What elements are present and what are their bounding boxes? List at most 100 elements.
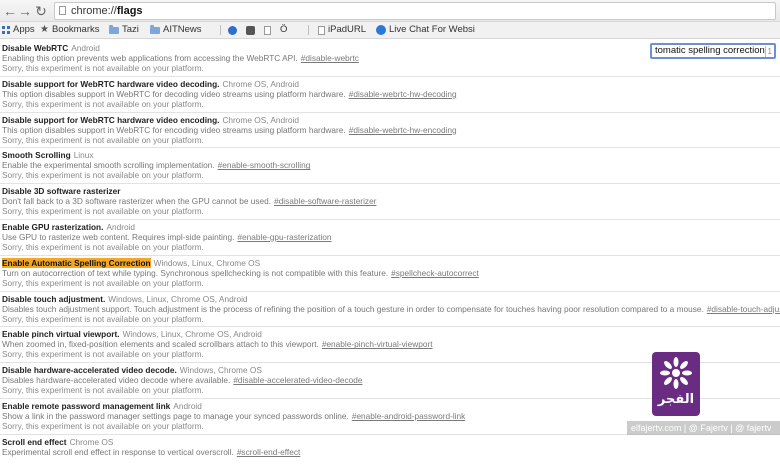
flag-unavailable-text: Sorry, this experiment is not available … bbox=[2, 98, 204, 109]
flag-link[interactable]: #disable-touch-adjustment bbox=[707, 304, 780, 314]
bookmark-label: Apps bbox=[13, 24, 35, 35]
flag-unavailable-text: Sorry, this experiment is not available … bbox=[2, 63, 204, 73]
bookmark-ipadurl[interactable]: iPadURL bbox=[318, 22, 366, 38]
browser-toolbar: ← → ↻ chrome://flags bbox=[0, 0, 780, 22]
address-bar[interactable]: chrome://flags bbox=[54, 2, 776, 20]
flag-title: Disable 3D software rasterizer bbox=[2, 186, 121, 197]
flag-title: Enable remote password management link bbox=[2, 400, 171, 411]
folder-icon bbox=[150, 25, 160, 34]
bookmark-folder-aitnews[interactable]: AITNews bbox=[150, 22, 202, 38]
flag-platforms: Windows, Linux, Chrome OS, Android bbox=[108, 293, 248, 304]
flag-title: Disable hardware-accelerated video decod… bbox=[2, 365, 177, 376]
bookmark-bookmarks[interactable]: ★ Bookmarks bbox=[40, 22, 99, 38]
bookmark-twitter[interactable] bbox=[228, 22, 237, 38]
flag-description: Disables touch adjustment support. Touch… bbox=[2, 303, 704, 314]
logo-text: الفجر bbox=[657, 392, 695, 407]
bookmark-label: AITNews bbox=[163, 24, 202, 35]
bookmark-label: Tazi bbox=[122, 24, 139, 35]
back-arrow-icon[interactable]: ← bbox=[2, 3, 18, 19]
bookmark-apps[interactable]: Apps bbox=[2, 22, 35, 38]
flag-title: Disable support for WebRTC hardware vide… bbox=[2, 78, 220, 89]
flag-platforms: Windows, Chrome OS bbox=[179, 365, 262, 376]
flag-link[interactable]: #enable-smooth-scrolling bbox=[218, 160, 311, 170]
flag-scroll-end-effect: Scroll end effect Chrome OS Experimental … bbox=[0, 435, 780, 471]
bookmark-cube[interactable] bbox=[246, 22, 255, 38]
bookmark-o[interactable]: Ö bbox=[280, 22, 287, 38]
flag-description: Disables hardware-accelerated video deco… bbox=[2, 375, 231, 386]
flag-disable-webrtc-hw-decoding: Disable support for WebRTC hardware vide… bbox=[0, 77, 780, 113]
bookmark-page[interactable] bbox=[264, 22, 271, 38]
folder-icon bbox=[109, 25, 119, 34]
flag-platforms: Windows, Linux, Chrome OS, Android bbox=[122, 329, 262, 340]
flag-disable-software-rasterizer: Disable 3D software rasterizer Don't fal… bbox=[0, 184, 780, 220]
bookmark-folder-tazi[interactable]: Tazi bbox=[109, 22, 139, 38]
bookmark-label: Live Chat For Websi bbox=[389, 24, 475, 35]
url-path: flags bbox=[116, 5, 143, 17]
flag-link[interactable]: #disable-accelerated-video-decode bbox=[233, 375, 362, 385]
flag-title: Disable touch adjustment. bbox=[2, 293, 106, 304]
settings-cube-icon bbox=[246, 25, 255, 35]
bookmarks-bar: Apps ★ Bookmarks Tazi AITNews Ö iPadURL … bbox=[0, 22, 780, 39]
watermark-site: elfajertv.com | @ Fajertv | @ fajertv bbox=[627, 421, 780, 435]
flag-enable-gpu-rasterization: Enable GPU rasterization. Android Use GPU… bbox=[0, 220, 780, 256]
url-scheme: chrome:// bbox=[71, 5, 117, 17]
flag-disable-webrtc-hw-encoding: Disable support for WebRTC hardware vide… bbox=[0, 113, 780, 149]
flag-link[interactable]: #enable-pinch-virtual-viewport bbox=[322, 339, 433, 349]
flag-disable-touch-adjustment: Disable touch adjustment. Windows, Linux,… bbox=[0, 292, 780, 328]
forward-arrow-icon[interactable]: → bbox=[17, 3, 33, 19]
flag-unavailable-text: Sorry, this experiment is not available … bbox=[2, 206, 204, 217]
flag-description: Use GPU to rasterize web content. Requir… bbox=[2, 231, 235, 242]
flag-title-highlighted: Enable Automatic Spelling Correction bbox=[2, 257, 151, 268]
bookmark-divider bbox=[220, 25, 221, 35]
flag-link[interactable]: #enable-gpu-rasterization bbox=[237, 232, 331, 242]
flag-platforms: Chrome OS bbox=[69, 436, 114, 447]
flag-platforms: Android bbox=[106, 221, 136, 232]
flag-link[interactable]: #disable-software-rasterizer bbox=[274, 196, 376, 206]
flag-platforms: Windows, Linux, Chrome OS bbox=[153, 257, 261, 268]
bookmark-label: Ö bbox=[280, 24, 288, 35]
flag-platforms: Android bbox=[71, 43, 100, 53]
find-in-page-input[interactable]: tomatic spelling correction 1 bbox=[650, 43, 776, 59]
flag-title: Scroll end effect bbox=[2, 436, 67, 447]
page-icon bbox=[264, 25, 271, 35]
bookmark-livechat[interactable]: Live Chat For Websi bbox=[376, 22, 475, 38]
bookmark-label: iPadURL bbox=[328, 24, 367, 35]
flag-link[interactable]: #enable-android-password-link bbox=[352, 411, 465, 421]
flag-title: Disable support for WebRTC hardware vide… bbox=[2, 114, 220, 125]
flag-description: Turn on autocorrection of text while typ… bbox=[2, 267, 389, 278]
flag-title: Disable WebRTC bbox=[2, 43, 69, 53]
flag-unavailable-text: Sorry, this experiment is not available … bbox=[2, 170, 204, 181]
flag-title: Enable GPU rasterization. bbox=[2, 221, 104, 232]
flag-link[interactable]: #disable-webrtc-hw-encoding bbox=[349, 125, 457, 135]
reload-icon[interactable]: ↻ bbox=[33, 3, 49, 19]
flag-unavailable-text: Sorry, this experiment is not available … bbox=[2, 313, 204, 324]
flag-description: Don't fall back to a 3D software rasteri… bbox=[2, 196, 272, 207]
flag-platforms: Chrome OS, Android bbox=[222, 114, 299, 125]
flag-spellcheck-autocorrect: Enable Automatic Spelling Correction Wind… bbox=[0, 256, 780, 292]
flag-unavailable-text: Sorry, this experiment is not available … bbox=[2, 241, 204, 252]
livechat-icon bbox=[376, 25, 386, 35]
find-query: tomatic spelling correction bbox=[655, 45, 765, 56]
bookmark-divider bbox=[308, 25, 309, 35]
flag-link[interactable]: #disable-webrtc bbox=[301, 53, 359, 63]
flag-unavailable-text: Sorry, this experiment is not available … bbox=[2, 277, 204, 288]
bookmark-label: Bookmarks bbox=[51, 24, 100, 35]
page-icon bbox=[59, 6, 66, 15]
flag-link[interactable]: #scroll-end-effect bbox=[237, 447, 301, 457]
flag-unavailable-text: Sorry, this experiment is not available … bbox=[2, 134, 204, 145]
find-match-count: 1 bbox=[764, 46, 772, 57]
star-icon: ★ bbox=[40, 24, 49, 35]
flag-description: This option disables support in WebRTC f… bbox=[2, 88, 346, 99]
flag-description: Enabling this option prevents web applic… bbox=[2, 53, 298, 63]
flag-description: Experimental scroll end effect in respon… bbox=[2, 446, 234, 457]
flag-platforms: Android bbox=[173, 400, 202, 411]
flag-platforms: Chrome OS, Android bbox=[222, 78, 299, 89]
flag-description: Enable the experimental smooth scrolling… bbox=[2, 160, 215, 171]
flag-link[interactable]: #spellcheck-autocorrect bbox=[391, 268, 479, 278]
twitter-bird-icon bbox=[228, 25, 237, 35]
flag-title: Enable pinch virtual viewport. bbox=[2, 329, 120, 340]
flag-link[interactable]: #disable-webrtc-hw-decoding bbox=[349, 89, 457, 99]
page-icon bbox=[318, 25, 325, 35]
flag-title: Smooth Scrolling bbox=[2, 150, 71, 161]
flag-smooth-scrolling: Smooth Scrolling Linux Enable the experim… bbox=[0, 148, 780, 185]
